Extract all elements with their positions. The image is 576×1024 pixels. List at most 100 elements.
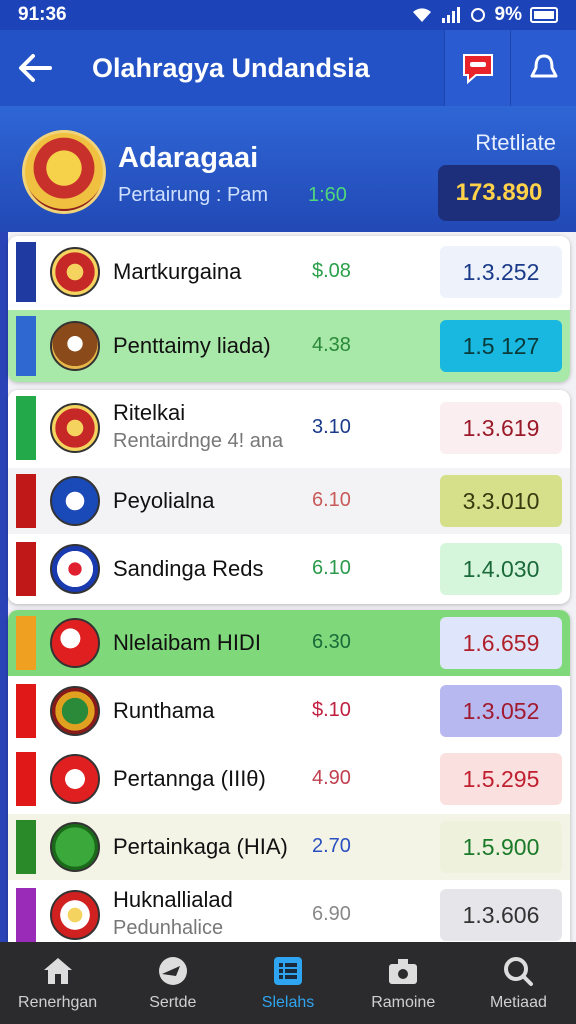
nav-item-ball[interactable]: Sertde	[115, 942, 230, 1024]
app-bar: Olahragya Undandsia	[0, 30, 576, 106]
team-logo-icon	[50, 403, 100, 453]
nav-item-camera[interactable]: Ramoine	[346, 942, 461, 1024]
list-item[interactable]: Huknallialad Pedunhalice 6.90 1.3.606	[8, 882, 570, 942]
nav-item-list[interactable]: Slelahs	[230, 942, 345, 1024]
status-icons: 9%	[411, 4, 558, 26]
row-name: Pertannga (IIIθ)	[113, 766, 266, 791]
row-change-value: $.10	[312, 699, 351, 721]
row-price-badge[interactable]: 3.3.010	[440, 475, 562, 527]
row-name: Sandinga Reds	[113, 556, 264, 581]
row-name: Nlelaibam HIDI	[113, 630, 261, 655]
row-price-badge[interactable]: 1.6.659	[440, 617, 562, 669]
row-accent-bar	[16, 820, 36, 874]
team-logo-icon	[50, 321, 100, 371]
row-name: Pertainkaga (HIA)	[113, 834, 288, 859]
list-item[interactable]: Peyolialna 6.10 3.3.010	[8, 468, 570, 534]
header-title: Adaragaai	[118, 142, 259, 174]
bell-icon	[530, 54, 557, 78]
signal-icon	[441, 7, 460, 23]
row-name: Huknallialad	[113, 887, 233, 912]
list-panel-1: Martkurgaina $.08 1.3.252 Penttaimy liada)…	[8, 236, 570, 382]
nav-label: Renerhgan	[18, 994, 98, 1011]
row-name: Martkurgaina	[113, 259, 242, 284]
row-price-badge[interactable]: 1.5.900	[440, 821, 562, 873]
row-change-value: 6.10	[312, 557, 351, 579]
home-icon	[43, 958, 72, 984]
list-item[interactable]: Sandinga Reds 6.10 1.4.030	[8, 536, 570, 602]
battery-percent: 9%	[494, 4, 522, 25]
list-item[interactable]: Ritelkai Rentairdnge 4! ana 3.10 1.3.619	[8, 390, 570, 466]
row-price-badge[interactable]: 1.5 127	[440, 320, 562, 372]
list-item[interactable]: Pertainkaga (HIA) 2.70 1.5.900	[8, 814, 570, 880]
nav-label: Metiaad	[489, 994, 547, 1011]
status-time: 91:36	[18, 4, 67, 25]
row-accent-bar	[16, 474, 36, 528]
chat-bubble-icon	[462, 54, 493, 85]
row-change-value: 4.90	[312, 767, 351, 789]
row-name: Runthama	[113, 698, 215, 723]
row-change-value: 3.10	[312, 416, 351, 438]
header-subtitle: Pertairung : Pam	[118, 184, 269, 206]
nav-item-search[interactable]: Metiaad	[461, 942, 576, 1024]
row-accent-bar	[16, 684, 36, 738]
team-logo-icon	[50, 890, 100, 940]
status-bar: 91:36 9%	[0, 0, 576, 30]
nav-label: Sertde	[149, 994, 197, 1011]
nav-item-home[interactable]: Renerhgan	[0, 942, 115, 1024]
row-subtitle: Rentairdnge 4! ana	[113, 430, 284, 452]
row-change-value: $.08	[312, 260, 351, 282]
header-subtitle-value: 1:60	[308, 184, 347, 206]
row-subtitle: Pedunhalice	[113, 917, 224, 939]
row-accent-bar	[16, 616, 36, 670]
camera-icon	[389, 959, 418, 984]
row-price-badge[interactable]: 1.3.619	[440, 402, 562, 454]
row-name: Penttaimy liada)	[113, 333, 271, 358]
list-item[interactable]: Nlelaibam HIDI 6.30 1.6.659	[8, 610, 570, 676]
team-logo-icon	[50, 754, 100, 804]
header-total-value[interactable]: 173.890	[438, 165, 560, 221]
row-price-badge[interactable]: 1.5.295	[440, 753, 562, 805]
row-accent-bar	[16, 242, 36, 302]
list-icon	[274, 957, 302, 985]
list-item[interactable]: Runthama $.10 1.3.052	[8, 678, 570, 744]
header-right-label: Rtetliate	[475, 130, 556, 155]
row-accent-bar	[16, 888, 36, 942]
list-item[interactable]: Pertannga (IIIθ) 4.90 1.5.295	[8, 746, 570, 812]
nav-label: Slelahs	[261, 994, 315, 1011]
row-price-badge[interactable]: 1.3.252	[440, 246, 562, 298]
team-logo-icon	[50, 686, 100, 736]
row-accent-bar	[16, 316, 36, 376]
row-accent-bar	[16, 542, 36, 596]
team-logo-icon	[50, 822, 100, 872]
list-item[interactable]: Martkurgaina $.08 1.3.252	[8, 236, 570, 308]
row-change-value: 6.10	[312, 489, 351, 511]
nav-label: Ramoine	[371, 994, 436, 1011]
row-change-value: 4.38	[312, 334, 351, 356]
sync-icon	[470, 8, 485, 22]
row-accent-bar	[16, 396, 36, 460]
notifications-button[interactable]	[510, 30, 576, 106]
row-change-value: 6.30	[312, 631, 351, 653]
ball-icon	[158, 957, 187, 985]
bottom-nav: Renerhgan Sertde Slelahs Ramoine Metiaad	[0, 942, 576, 1024]
team-logo-icon	[50, 247, 100, 297]
row-change-value: 6.90	[312, 903, 351, 925]
row-name: Ritelkai	[113, 400, 186, 425]
search-icon	[504, 957, 534, 986]
row-name: Peyolialna	[113, 488, 215, 513]
row-price-badge[interactable]: 1.3.606	[440, 889, 562, 941]
row-price-badge[interactable]: 1.3.052	[440, 685, 562, 737]
team-crest-icon	[22, 130, 106, 214]
team-logo-icon	[50, 476, 100, 526]
row-accent-bar	[16, 752, 36, 806]
list-panel-3: Nlelaibam HIDI 6.30 1.6.659 Runthama $.10 1.…	[8, 610, 570, 942]
back-button[interactable]	[0, 30, 70, 106]
row-change-value: 2.70	[312, 835, 351, 857]
wifi-icon	[412, 8, 431, 22]
list-panel-2: Ritelkai Rentairdnge 4! ana 3.10 1.3.619 Pe…	[8, 390, 570, 604]
list-item[interactable]: Penttaimy liada) 4.38 1.5 127	[8, 310, 570, 382]
chat-button[interactable]	[444, 30, 510, 106]
app-title: Olahragya Undandsia	[92, 52, 370, 83]
team-logo-icon	[50, 618, 100, 668]
row-price-badge[interactable]: 1.4.030	[440, 543, 562, 595]
